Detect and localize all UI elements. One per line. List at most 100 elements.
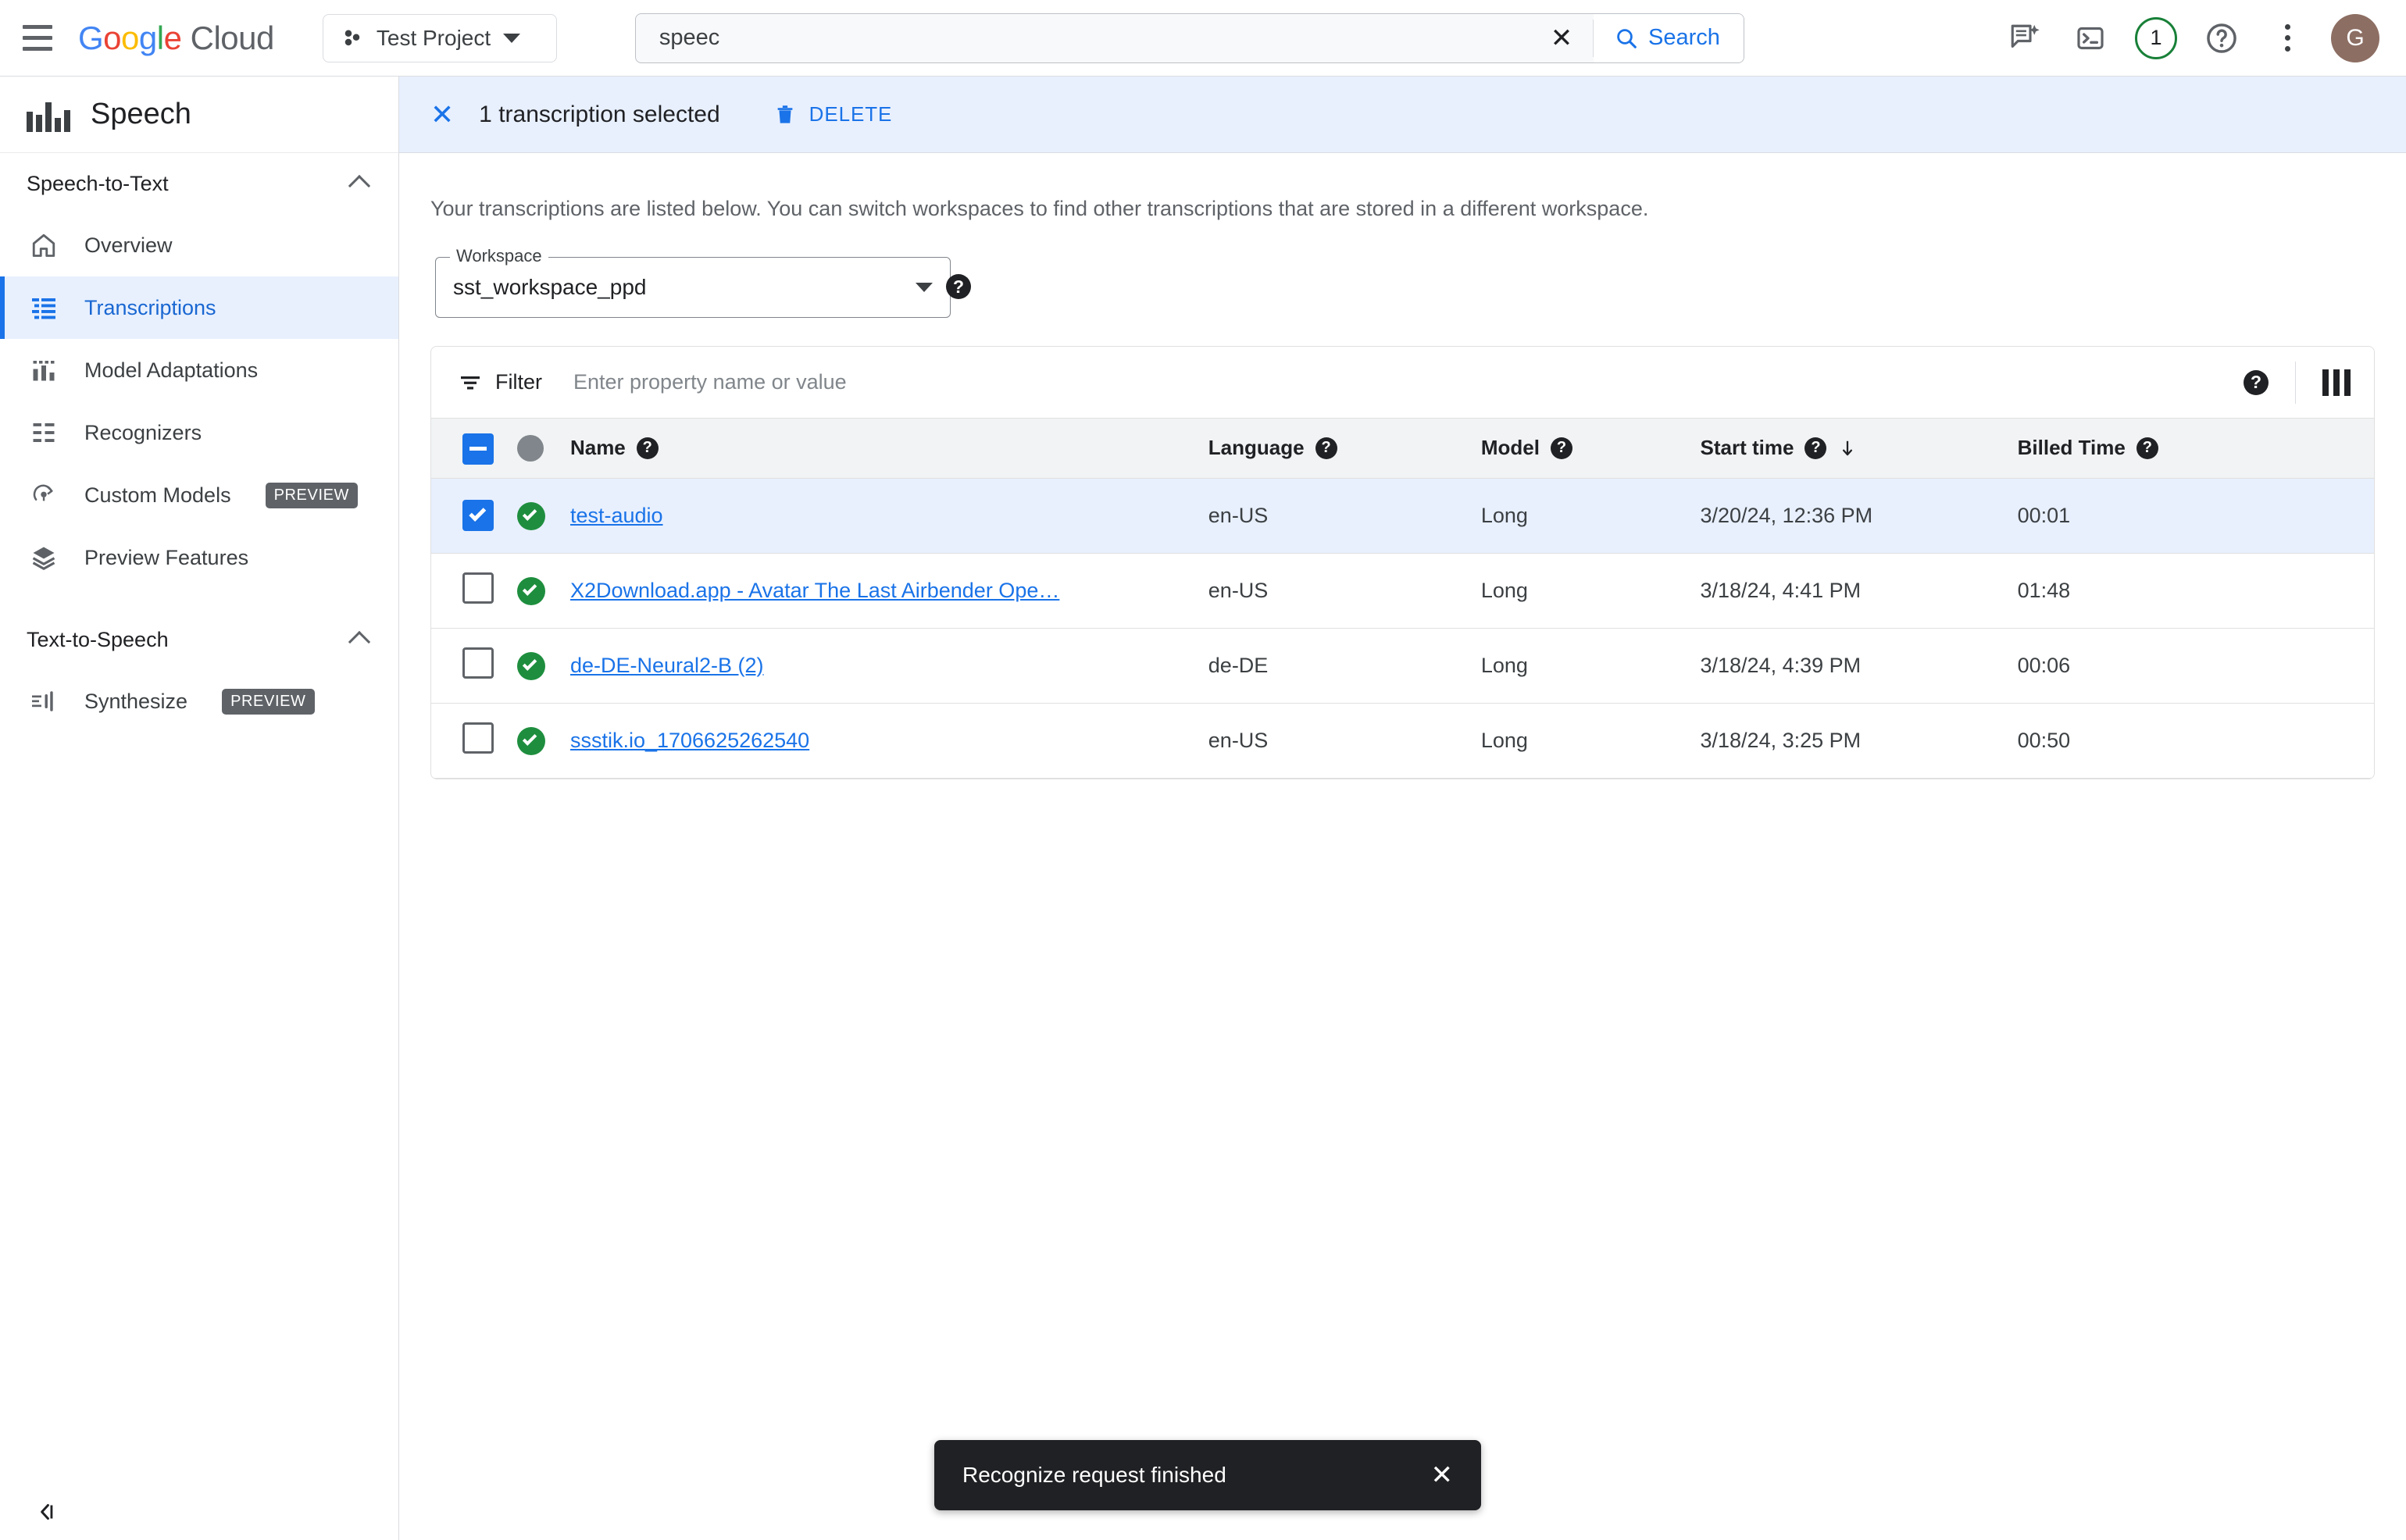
- row-checkbox[interactable]: [462, 500, 494, 531]
- status-header: [516, 419, 570, 479]
- custom-models-icon: [27, 482, 61, 508]
- sidebar-item-model-adaptations[interactable]: Model Adaptations: [0, 339, 398, 401]
- sidebar-item-label: Preview Features: [84, 545, 249, 569]
- table-row[interactable]: X2Download.app - Avatar The Last Airbend…: [431, 553, 2374, 629]
- sidebar-section-label: Text-to-Speech: [27, 627, 169, 651]
- sidebar-section-text-to-speech[interactable]: Text-to-Speech: [0, 609, 398, 670]
- cell-model: Long: [1480, 703, 1701, 779]
- row-checkbox[interactable]: [462, 572, 494, 604]
- sidebar-item-transcriptions[interactable]: Transcriptions: [0, 276, 398, 339]
- transcriptions-list-icon: [27, 294, 61, 322]
- column-display-options-icon[interactable]: [2322, 369, 2351, 396]
- status-success-icon: [516, 726, 545, 755]
- row-checkbox[interactable]: [462, 722, 494, 754]
- project-dots-icon: [344, 30, 360, 45]
- home-icon: [27, 231, 61, 259]
- column-header-billed-time[interactable]: Billed Time?: [2017, 419, 2374, 479]
- transcription-name-link[interactable]: test-audio: [570, 504, 1070, 528]
- delete-button-label: DELETE: [809, 102, 893, 126]
- chevron-down-icon: [916, 283, 933, 292]
- sort-descending-icon[interactable]: [1837, 438, 1858, 458]
- sidebar-item-label: Overview: [84, 233, 173, 257]
- search-bar[interactable]: ✕ Search: [634, 12, 1744, 63]
- sidebar-item-overview[interactable]: Overview: [0, 214, 398, 276]
- project-selector[interactable]: Test Project: [322, 13, 557, 62]
- top-header: Google Cloud Test Project ✕ Search: [0, 0, 2406, 77]
- toast-message: Recognize request finished: [962, 1463, 1226, 1487]
- transcription-name-link[interactable]: X2Download.app - Avatar The Last Airbend…: [570, 579, 1070, 603]
- close-icon[interactable]: ✕: [1431, 1462, 1454, 1488]
- hamburger-menu-icon[interactable]: [0, 0, 75, 77]
- gemini-chat-icon[interactable]: [1995, 9, 2054, 68]
- collapse-panel-icon[interactable]: [0, 1484, 94, 1540]
- status-success-icon: [516, 651, 545, 680]
- chevron-down-icon: [503, 33, 521, 43]
- column-header-start-time[interactable]: Start time ?: [1700, 419, 2018, 479]
- more-options-icon[interactable]: [2258, 9, 2317, 68]
- workspace-help-icon[interactable]: ?: [946, 274, 971, 299]
- sidebar-section-label: Speech-to-Text: [27, 171, 169, 195]
- cell-start-time: 3/18/24, 3:25 PM: [1700, 703, 2018, 779]
- cell-start-time: 3/18/24, 4:41 PM: [1700, 553, 2018, 629]
- search-input[interactable]: [635, 13, 1530, 62]
- transcription-name-link[interactable]: ssstik.io_1706625262540: [570, 729, 1070, 753]
- sidebar-header: Speech: [0, 77, 398, 153]
- chevron-up-icon: [348, 630, 371, 654]
- sidebar-item-custom-models[interactable]: Custom Models PREVIEW: [0, 464, 398, 526]
- table-row[interactable]: ssstik.io_1706625262540 en-US Long 3/18/…: [431, 703, 2374, 779]
- layers-icon: [27, 544, 61, 572]
- select-all-checkbox[interactable]: [462, 433, 494, 465]
- speech-waveform-icon: [27, 98, 70, 132]
- status-column-icon: [516, 434, 544, 462]
- help-icon[interactable]: [2192, 9, 2251, 68]
- help-icon[interactable]: ?: [1315, 437, 1337, 459]
- delete-button[interactable]: DELETE: [773, 102, 893, 127]
- workspace-select[interactable]: Workspace sst_workspace_ppd: [435, 246, 951, 318]
- column-label: Billed Time: [2017, 436, 2126, 460]
- column-label: Model: [1480, 436, 1540, 460]
- cell-language: de-DE: [1208, 628, 1481, 704]
- table-row[interactable]: de-DE-Neural2-B (2) de-DE Long 3/18/24, …: [431, 628, 2374, 704]
- synthesize-icon: [27, 687, 61, 715]
- search-button-label: Search: [1647, 25, 1720, 50]
- filter-input[interactable]: [573, 370, 2244, 394]
- cell-billed-time: 00:06: [2017, 628, 2374, 704]
- status-success-icon: [516, 501, 545, 530]
- recognizers-grid-icon: [27, 419, 61, 447]
- table-row[interactable]: test-audio en-US Long 3/20/24, 12:36 PM …: [431, 478, 2374, 554]
- cell-start-time: 3/18/24, 4:39 PM: [1700, 628, 2018, 704]
- search-button[interactable]: Search: [1593, 13, 1744, 62]
- row-checkbox[interactable]: [462, 647, 494, 679]
- column-header-name[interactable]: Name?: [569, 419, 1208, 479]
- column-header-language[interactable]: Language?: [1208, 419, 1481, 479]
- sidebar-item-recognizers[interactable]: Recognizers: [0, 401, 398, 464]
- help-icon[interactable]: ?: [1804, 437, 1827, 459]
- notifications-badge[interactable]: 1: [2126, 9, 2186, 68]
- search-icon: [1617, 28, 1637, 48]
- google-cloud-logo: Google Cloud: [78, 19, 275, 56]
- cell-model: Long: [1480, 478, 1701, 554]
- cell-model: Long: [1480, 553, 1701, 629]
- sidebar-item-synthesize[interactable]: Synthesize PREVIEW: [0, 670, 398, 733]
- clear-search-icon[interactable]: ✕: [1530, 14, 1593, 62]
- column-label: Start time: [1700, 436, 1794, 460]
- sidebar-section-speech-to-text[interactable]: Speech-to-Text: [0, 153, 398, 214]
- help-icon[interactable]: ?: [1550, 437, 1572, 459]
- column-header-model[interactable]: Model?: [1480, 419, 1701, 479]
- close-selection-icon[interactable]: ✕: [430, 100, 454, 129]
- filter-help-icon[interactable]: ?: [2244, 369, 2269, 395]
- preview-badge: PREVIEW: [222, 688, 315, 715]
- help-icon[interactable]: ?: [636, 437, 659, 459]
- table-header-row: Name? Language? Model? Start time ? Bill…: [431, 419, 2374, 479]
- help-icon[interactable]: ?: [2136, 437, 2158, 459]
- logo-cloud-text: Cloud: [190, 19, 275, 56]
- workspace-field-label: Workspace: [450, 246, 548, 266]
- cloud-shell-icon[interactable]: [2061, 9, 2120, 68]
- trash-icon: [777, 105, 793, 123]
- avatar[interactable]: G: [2331, 13, 2379, 62]
- sidebar-item-preview-features[interactable]: Preview Features: [0, 526, 398, 589]
- cell-billed-time: 00:01: [2017, 478, 2374, 554]
- page-description: Your transcriptions are listed below. Yo…: [430, 197, 1649, 220]
- transcription-name-link[interactable]: de-DE-Neural2-B (2): [570, 654, 1070, 678]
- column-label: Name: [569, 436, 626, 460]
